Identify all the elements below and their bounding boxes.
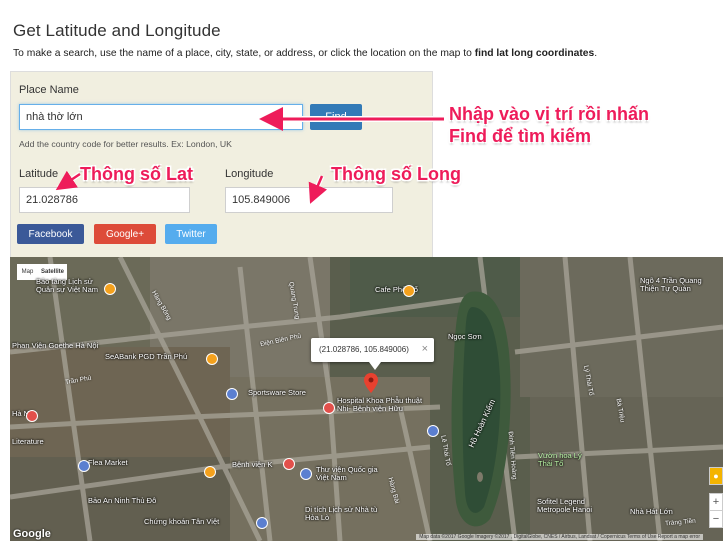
map-label: Literature [12,437,44,446]
poi-marker-icon[interactable] [104,283,116,295]
cafe-icon[interactable] [403,285,415,297]
map-label: Hospital Khoa Phẫu thuật Nhi- Bệnh viện … [337,396,423,413]
longitude-field[interactable]: 105.849006 [225,187,393,213]
map-label: Ngõ 4 Trần Quang Thiện Tự Quán [640,276,702,293]
place-name-input[interactable]: nhà thờ lớn [19,104,303,130]
hospital-icon[interactable] [323,402,335,414]
map-copyright: Map data ©2017 Google Imagery ©2017 , Di… [416,534,703,540]
poi-marker-icon[interactable] [204,466,216,478]
hospital-icon[interactable] [26,410,38,422]
street-view-pegman-icon[interactable]: ● [709,467,723,485]
map-label: Bệnh viện K [232,460,273,469]
map-label: Di tích Lịch sử Nhà tù Hỏa Lò [305,505,378,522]
longitude-label: Longitude [225,168,274,180]
map-view-tab[interactable]: Map [17,264,38,280]
map-label: Vườn hoa Lý Thái Tổ [538,451,582,468]
find-button[interactable]: Find [310,104,362,130]
map-label: Bảo tàng Lịch sử Quân sự Việt Nam [36,277,98,294]
map-label: SeABank PGD Trần Phú [105,352,188,361]
page-title: Get Latitude and Longitude [13,21,221,41]
map-label: Phan Viện Goethe Hà Nội [12,341,99,350]
infowindow-coordinates: (21.028786, 105.849006) [319,345,409,354]
infowindow-pointer [369,362,381,370]
coordinates-infowindow: (21.028786, 105.849006) × [311,338,434,362]
poi-marker-icon[interactable] [206,353,218,365]
map-label: Thư viện Quốc gia Việt Nam [316,465,378,482]
find-annotation-line1: Nhập vào vị trí rồi nhấn [449,104,650,124]
lat-annotation: Thông số Lat [80,164,193,184]
poi-marker-icon[interactable] [427,425,439,437]
map-label: Bảo An Ninh Thủ Đô [88,496,157,505]
library-icon[interactable] [300,468,312,480]
hospital-icon[interactable] [283,458,295,470]
long-annotation: Thông số Long [331,164,461,184]
latitude-label: Latitude [19,168,59,180]
map-label: Flea Market [88,458,128,467]
location-pin-icon[interactable] [364,373,378,393]
map-label: Sofitel Legend Metropole Hanoi [537,497,593,514]
zoom-out-button[interactable]: − [709,510,723,528]
google-logo: Google [13,528,51,540]
intro-bold-text: find lat long coordinates [474,48,595,59]
twitter-share-button[interactable]: Twitter [165,224,217,244]
map-label: Sportsware Store [248,388,306,397]
find-annotation-line2: Find để tìm kiếm [449,126,592,146]
facebook-share-button[interactable]: Facebook [17,224,84,244]
country-code-hint: Add the country code for better results.… [19,139,232,149]
map-label: Ngọc Sơn [448,332,482,341]
shopping-icon[interactable] [78,460,90,472]
zoom-in-button[interactable]: + [709,493,723,511]
intro-text: To make a search, use the name of a plac… [13,48,598,59]
poi-marker-icon[interactable] [226,388,238,400]
place-name-label: Place Name [19,84,79,96]
map-label: Nhà Hát Lớn [630,507,673,516]
satellite-map[interactable]: Map Satellite Bảo tàng Lịch sử Quân sự V… [10,257,723,541]
latitude-field[interactable]: 21.028786 [19,187,190,213]
map-label: Chứng khoán Tân Việt [144,517,220,526]
google-plus-share-button[interactable]: Google+ [94,224,156,244]
close-icon[interactable]: × [422,343,428,355]
bank-icon[interactable] [256,517,268,529]
